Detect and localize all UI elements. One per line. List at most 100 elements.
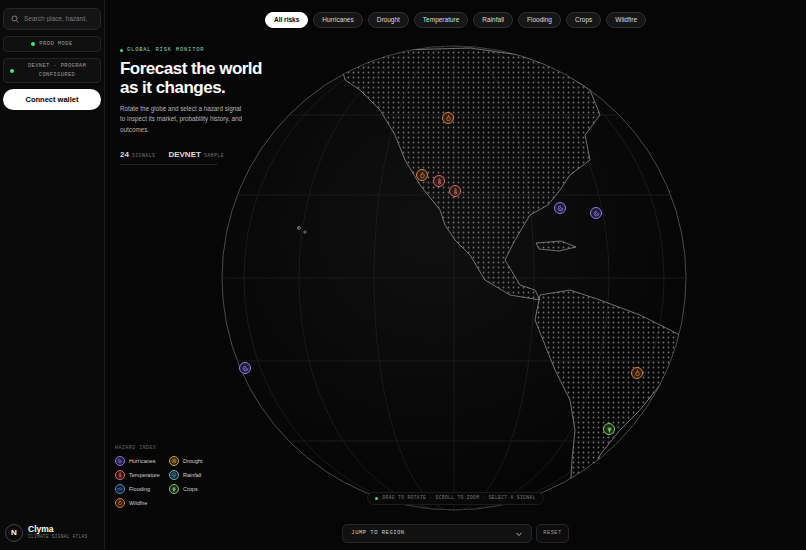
hint: DRAG TO ROTATE · SCROLL TO ZOOM · SELECT… xyxy=(367,492,543,505)
drought-icon xyxy=(171,458,177,464)
hero-title: Forecast the worldas it changes. xyxy=(120,60,305,97)
signal-pin[interactable] xyxy=(433,175,445,187)
hazard-badge xyxy=(603,423,615,435)
rainfall-icon xyxy=(171,472,177,478)
legend-label: Rainfall xyxy=(183,471,201,479)
globe-view: All risksHurricanesDroughtTemperatureRai… xyxy=(105,0,806,550)
legend-label: Crops xyxy=(183,485,198,493)
brand-tagline: CLIMATE SIGNAL ATLAS xyxy=(28,534,87,541)
filter-pill[interactable]: Rainfall xyxy=(473,12,513,28)
signal-pin[interactable] xyxy=(590,207,602,219)
status-dot xyxy=(10,69,14,73)
connect-wallet-button[interactable]: Connect wallet xyxy=(3,89,101,110)
crops-icon xyxy=(606,426,613,433)
hint-text: DRAG TO ROTATE · SCROLL TO ZOOM · SELECT… xyxy=(382,495,535,502)
legend-label: Drought xyxy=(183,457,203,465)
filter-pill[interactable]: All risks xyxy=(265,12,308,28)
network-label: DEVNET · PROGRAM CONFIGURED xyxy=(20,62,94,79)
legend-item: Hurricanes xyxy=(115,456,167,466)
filter-bar: All risks Hurricanes Drought TemperatureRai… xyxy=(105,0,806,28)
legend-item: Wildfire xyxy=(115,498,167,508)
filter-pill[interactable]: Crops xyxy=(566,12,601,28)
hazard-badge xyxy=(169,484,179,494)
legend-label: Wildfire xyxy=(129,499,147,507)
filter-pill[interactable]: Drought xyxy=(368,12,409,28)
hurricane-icon xyxy=(117,458,123,464)
region-select[interactable]: JUMP TO REGION xyxy=(342,524,532,543)
legend-item: Drought xyxy=(169,456,221,466)
hero-title-line: as it changes. xyxy=(120,79,305,97)
hazard-badge xyxy=(554,202,566,214)
filter-pill[interactable]: Temperature xyxy=(414,12,469,28)
filter-pill[interactable]: Flooding xyxy=(518,12,561,28)
hero-title-line: Forecast the world xyxy=(120,60,305,78)
legend-title: HAZARD INDEX xyxy=(115,444,806,451)
brand-name: Clyma xyxy=(28,525,87,534)
hint-row: DRAG TO ROTATE · SCROLL TO ZOOM · SELECT… xyxy=(105,492,806,505)
mode-badge: PROD MODE xyxy=(3,36,101,52)
status-dot xyxy=(120,49,123,52)
wildfire-icon xyxy=(419,172,426,179)
hazard-badge xyxy=(115,484,125,494)
flooding-icon xyxy=(117,486,123,492)
globe[interactable] xyxy=(221,45,687,511)
status-dot xyxy=(375,497,378,500)
sidebar: PROD MODE DEVNET · PROGRAM CONFIGURED Co… xyxy=(0,0,105,550)
hazard-badge xyxy=(169,456,179,466)
reset-button[interactable]: RESET xyxy=(536,524,568,543)
signal-pin[interactable] xyxy=(631,367,643,379)
hazard-badge xyxy=(449,185,461,197)
hazard-badge xyxy=(416,169,428,181)
region-select-label: JUMP TO REGION xyxy=(351,529,404,537)
hurricane-icon xyxy=(242,365,249,372)
legend-item: Temperature xyxy=(115,470,167,480)
network-name: DEVNET xyxy=(168,149,200,161)
status-dot xyxy=(31,42,35,46)
signal-count: 24 xyxy=(120,149,129,161)
hazard-badge xyxy=(115,470,125,480)
hazard-badge xyxy=(433,175,445,187)
search-input[interactable] xyxy=(24,14,93,24)
legend-item: Rainfall xyxy=(169,470,221,480)
crops-icon xyxy=(171,486,177,492)
filter-pill[interactable]: Wildfire xyxy=(606,12,646,28)
filter-pill[interactable]: Hurricanes xyxy=(313,12,362,28)
pin-layer xyxy=(221,45,687,511)
hazard-badge xyxy=(115,456,125,466)
chevron-down-icon xyxy=(515,530,523,538)
signal-summary: 24 SIGNALS DEVNET SAMPLE xyxy=(120,149,218,165)
globe-map xyxy=(221,45,687,511)
wildfire-icon xyxy=(117,500,123,506)
temperature-icon xyxy=(436,178,443,185)
signal-label: SIGNALS xyxy=(132,152,156,159)
signal-pin[interactable] xyxy=(239,362,251,374)
signal-pin[interactable] xyxy=(416,169,428,181)
signal-pin[interactable] xyxy=(449,185,461,197)
legend-label: Flooding xyxy=(129,485,150,493)
hazard-badge xyxy=(115,498,125,508)
hurricane-icon xyxy=(593,210,600,217)
signal-pin[interactable] xyxy=(442,112,454,124)
hurricane-icon xyxy=(557,205,564,212)
hazard-badge xyxy=(631,367,643,379)
hazard-badge xyxy=(590,207,602,219)
network-status: DEVNET · PROGRAM CONFIGURED xyxy=(3,58,101,83)
brand-logo: N xyxy=(5,524,23,542)
region-controls: JUMP TO REGION RESET xyxy=(105,524,806,543)
wildfire-icon xyxy=(445,115,452,122)
legend-item: Crops xyxy=(169,484,221,494)
hero-description: Rotate the globe and select a hazard sig… xyxy=(120,104,248,135)
wildfire-icon xyxy=(634,370,641,377)
signal-pin[interactable] xyxy=(554,202,566,214)
legend-item: Flooding xyxy=(115,484,167,494)
temperature-icon xyxy=(452,188,459,195)
network-label: SAMPLE xyxy=(204,152,224,159)
hero: GLOBAL RISK MONITOR Forecast the worldas… xyxy=(105,28,305,165)
brand: N Clyma CLIMATE SIGNAL ATLAS xyxy=(3,524,101,542)
hazard-badge xyxy=(169,470,179,480)
signal-pin[interactable] xyxy=(603,423,615,435)
hazard-badge xyxy=(442,112,454,124)
mode-label: PROD MODE xyxy=(39,40,73,48)
temperature-icon xyxy=(117,472,123,478)
search-field[interactable] xyxy=(3,8,101,30)
